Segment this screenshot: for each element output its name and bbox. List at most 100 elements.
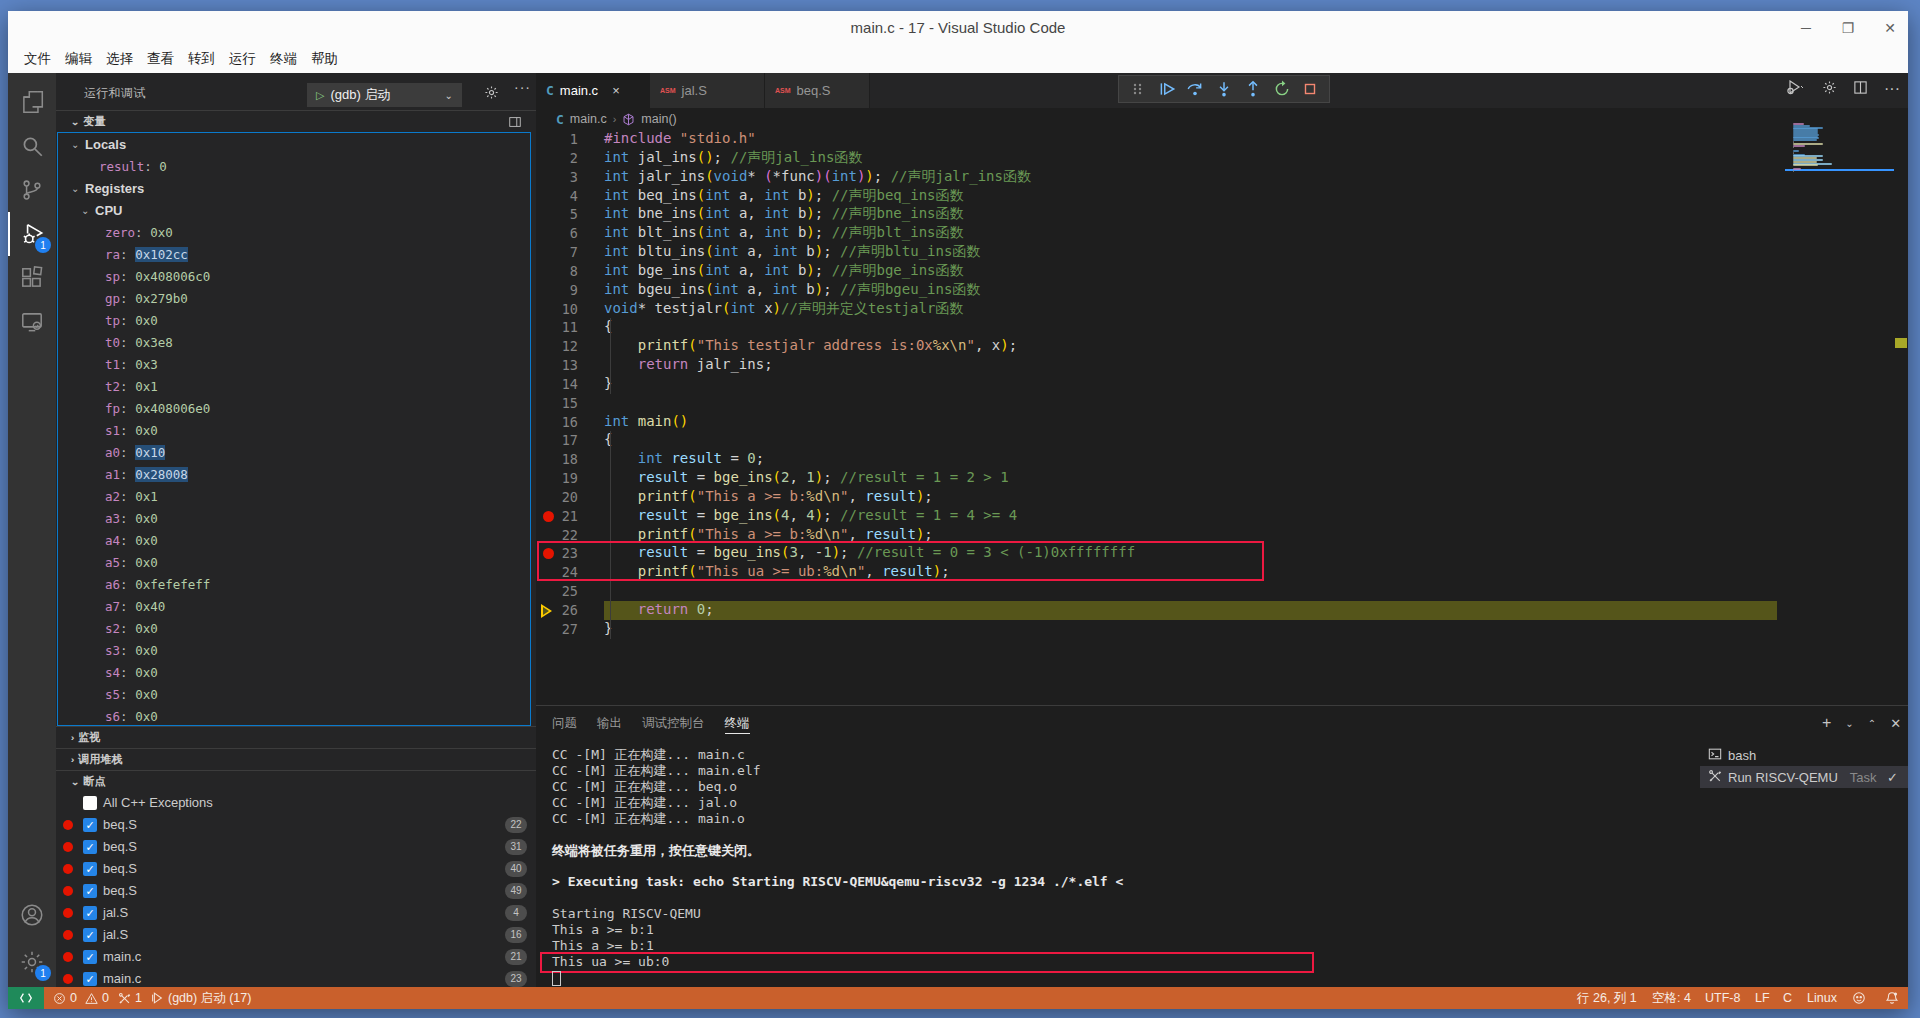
variable-sp[interactable]: sp: 0x408006c0: [58, 265, 530, 287]
menu-3[interactable]: 查看: [140, 45, 181, 73]
variable-s6[interactable]: s6: 0x0: [58, 705, 530, 726]
panel-tab-问题[interactable]: 问题: [552, 706, 577, 740]
tab-jal.S[interactable]: ASMjal.S: [650, 73, 765, 108]
maximize-panel-icon[interactable]: ⌃: [1868, 718, 1876, 729]
menu-1[interactable]: 编辑: [58, 45, 99, 73]
feedback-icon[interactable]: [1852, 987, 1866, 1009]
variable-t0[interactable]: t0: 0x3e8: [58, 331, 530, 353]
tree-group-Locals[interactable]: ⌄Locals: [58, 133, 530, 155]
activity-settings-icon[interactable]: 1: [8, 940, 56, 984]
menu-6[interactable]: 终端: [263, 45, 304, 73]
section-callstack[interactable]: › 调用堆栈: [56, 748, 536, 770]
breakpoint-item[interactable]: ✓beq.S22: [56, 814, 536, 836]
notifications-bell-icon[interactable]: [1885, 987, 1899, 1009]
breakpoint-item[interactable]: ✓main.c23: [56, 968, 536, 987]
breakpoint-checkbox[interactable]: ✓: [83, 862, 97, 876]
step-over-icon[interactable]: [1185, 79, 1205, 99]
tab-beq.S[interactable]: ASMbeq.S: [765, 73, 870, 108]
menu-4[interactable]: 转到: [181, 45, 222, 73]
more-actions-icon[interactable]: ···: [514, 79, 531, 95]
minimize-button[interactable]: ─: [1798, 20, 1814, 36]
debug-settings-gear-icon[interactable]: [484, 85, 499, 104]
breakpoint-checkbox[interactable]: ✓: [83, 818, 97, 832]
breakpoint-checkbox[interactable]: ✓: [83, 950, 97, 964]
panel-tab-调试控制台[interactable]: 调试控制台: [642, 706, 705, 740]
settings-gear-icon[interactable]: [1822, 80, 1837, 99]
variable-a6[interactable]: a6: 0xfefefeff: [58, 573, 530, 595]
terminal-list-item-bash[interactable]: bash: [1700, 744, 1908, 766]
code-line-9[interactable]: 9int bgeu_ins(int a, int b); //声明bgeu_in…: [536, 281, 1908, 300]
code-line-25[interactable]: 25: [536, 582, 1908, 601]
close-panel-icon[interactable]: ✕: [1890, 716, 1901, 731]
code-line-15[interactable]: 15: [536, 394, 1908, 413]
variable-t1[interactable]: t1: 0x3: [58, 353, 530, 375]
eol[interactable]: LF: [1755, 987, 1770, 1009]
titlebar[interactable]: main.c - 17 - Visual Studio Code ─ ❐ ✕: [8, 11, 1908, 45]
breakpoint-item[interactable]: ✓beq.S40: [56, 858, 536, 880]
breakpoint-item[interactable]: ✓beq.S49: [56, 880, 536, 902]
code-line-14[interactable]: 14}: [536, 375, 1908, 394]
debug-session-indicator[interactable]: (gdb) 启动 (17): [150, 987, 251, 1009]
variable-a4[interactable]: a4: 0x0: [58, 529, 530, 551]
activity-extensions-icon[interactable]: [8, 256, 56, 300]
code-line-4[interactable]: 4int beq_ins(int a, int b); //声明beq_ins函…: [536, 187, 1908, 206]
code-line-20[interactable]: 20 printf("This a >= b:%d\n", result);: [536, 488, 1908, 507]
activity-account-icon[interactable]: [8, 893, 56, 937]
menu-2[interactable]: 选择: [99, 45, 140, 73]
variable-s2[interactable]: s2: 0x0: [58, 617, 530, 639]
code-line-3[interactable]: 3int jalr_ins(void* (*func)(int)); //声明j…: [536, 168, 1908, 187]
maximize-button[interactable]: ❐: [1840, 20, 1856, 36]
language-mode[interactable]: C: [1783, 987, 1792, 1009]
breakpoint-item[interactable]: All C++ Exceptions: [56, 792, 536, 814]
tasks-indicator[interactable]: 1: [118, 987, 142, 1009]
code-line-13[interactable]: 13 return jalr_ins;: [536, 356, 1908, 375]
variable-zero[interactable]: zero: 0x0: [58, 221, 530, 243]
os-indicator[interactable]: Linux: [1807, 987, 1837, 1009]
panel-tab-终端[interactable]: 终端: [725, 706, 750, 740]
variable-s1[interactable]: s1: 0x0: [58, 419, 530, 441]
breakpoint-checkbox[interactable]: ✓: [83, 906, 97, 920]
code-line-16[interactable]: 16int main(): [536, 413, 1908, 432]
step-into-icon[interactable]: [1214, 79, 1234, 99]
variable-t2[interactable]: t2: 0x1: [58, 375, 530, 397]
new-terminal-icon[interactable]: +: [1822, 714, 1831, 732]
section-breakpoints[interactable]: ⌄ 断点: [56, 770, 536, 792]
cursor-position[interactable]: 行 26, 列 1: [1577, 987, 1637, 1009]
breakpoint-item[interactable]: ✓jal.S4: [56, 902, 536, 924]
terminal-list-item-Run RISCV-QEMU[interactable]: Run RISCV-QEMUTask✓: [1700, 766, 1908, 788]
breakpoint-checkbox[interactable]: ✓: [83, 972, 97, 986]
code-line-21[interactable]: 21 result = bge_ins(4, 4); //result = 1 …: [536, 507, 1908, 526]
variable-s3[interactable]: s3: 0x0: [58, 639, 530, 661]
start-debug-icon[interactable]: ▷: [316, 89, 324, 102]
encoding[interactable]: UTF-8: [1705, 987, 1740, 1009]
breakpoint-item[interactable]: ✓jal.S16: [56, 924, 536, 946]
code-line-11[interactable]: 11{: [536, 318, 1908, 337]
tab-main.c[interactable]: Cmain.c×: [536, 73, 650, 108]
breakpoint-item[interactable]: ✓main.c21: [56, 946, 536, 968]
code-line-8[interactable]: 8int bge_ins(int a, int b); //声明bge_ins函…: [536, 262, 1908, 281]
breakpoint-checkbox[interactable]: ✓: [83, 840, 97, 854]
close-tab-icon[interactable]: ×: [612, 83, 620, 98]
launch-config-dropdown[interactable]: ▷ (gdb) 启动 ⌄: [307, 83, 462, 107]
code-line-5[interactable]: 5int bne_ins(int a, int b); //声明bne_ins函…: [536, 205, 1908, 224]
code-line-6[interactable]: 6int blt_ins(int a, int b); //声明blt_ins函…: [536, 224, 1908, 243]
step-out-icon[interactable]: [1243, 79, 1263, 99]
code-line-26[interactable]: 26 return 0;: [536, 601, 1908, 620]
variable-fp[interactable]: fp: 0x408006e0: [58, 397, 530, 419]
terminal-output[interactable]: CC -[M] 正在构建... main.cCC -[M] 正在构建... ma…: [552, 746, 1692, 986]
activity-run-debug-icon[interactable]: 1: [8, 212, 56, 256]
open-panel-icon[interactable]: [508, 115, 522, 129]
code-line-1[interactable]: 1#include "stdio.h": [536, 130, 1908, 149]
stop-icon[interactable]: [1300, 79, 1320, 99]
drag-grip-icon[interactable]: [1128, 79, 1148, 99]
code-line-12[interactable]: 12 printf("This testjalr address is:0x%x…: [536, 337, 1908, 356]
variable-s4[interactable]: s4: 0x0: [58, 661, 530, 683]
warnings-indicator[interactable]: 0: [85, 987, 109, 1009]
menu-7[interactable]: 帮助: [304, 45, 345, 73]
code-line-7[interactable]: 7int bltu_ins(int a, int b); //声明bltu_in…: [536, 243, 1908, 262]
indentation[interactable]: 空格: 4: [1652, 987, 1691, 1009]
menu-5[interactable]: 运行: [222, 45, 263, 73]
variable-a7[interactable]: a7: 0x40: [58, 595, 530, 617]
code-editor[interactable]: 1#include "stdio.h"2int jal_ins(); //声明j…: [536, 130, 1908, 705]
breakpoint-item[interactable]: ✓beq.S31: [56, 836, 536, 858]
